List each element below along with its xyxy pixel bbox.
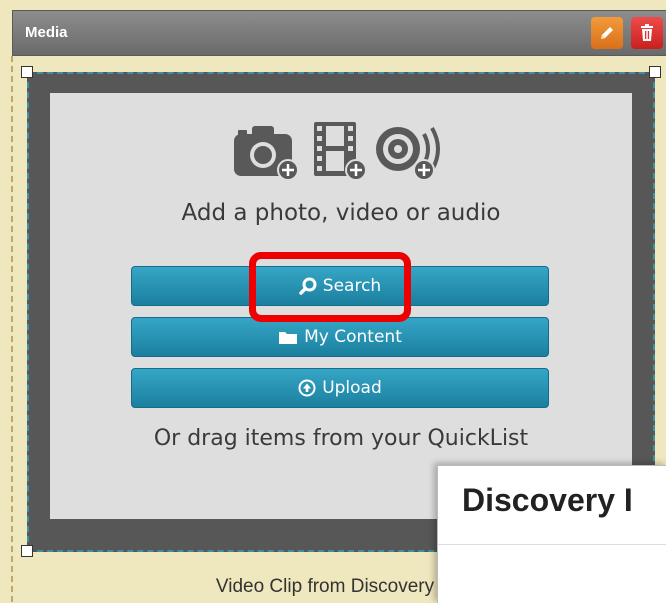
widget-title: Media: [25, 24, 68, 41]
popup-divider: [438, 544, 666, 545]
resize-handle-top-right[interactable]: [649, 66, 661, 78]
resize-handle-top-left[interactable]: [21, 66, 33, 78]
dropzone-prompt: Add a photo, video or audio: [181, 200, 501, 226]
upload-button-label: Upload: [322, 378, 382, 398]
quicklist-drag-hint: Or drag items from your QuickList: [153, 426, 529, 451]
my-content-button-label: My Content: [304, 327, 402, 347]
upload-icon: [298, 379, 316, 397]
edit-button[interactable]: [591, 17, 623, 49]
media-type-icons: [234, 122, 440, 181]
camera-add-icon: [234, 126, 299, 181]
trash-icon: [641, 24, 653, 41]
widget-header: Media: [12, 10, 666, 56]
search-highlight-annotation: [249, 252, 411, 322]
discovery-popup: Discovery I: [437, 465, 666, 603]
resize-handle-bottom-left[interactable]: [21, 545, 33, 557]
folder-icon: [279, 332, 298, 344]
audio-add-icon: [376, 127, 440, 181]
upload-button[interactable]: Upload: [131, 368, 549, 408]
widget-border: [11, 56, 13, 602]
film-add-icon: [314, 122, 367, 181]
pencil-icon: [601, 27, 613, 39]
delete-button[interactable]: [631, 17, 663, 49]
my-content-button[interactable]: My Content: [131, 317, 549, 357]
popup-title: Discovery I: [462, 482, 633, 518]
